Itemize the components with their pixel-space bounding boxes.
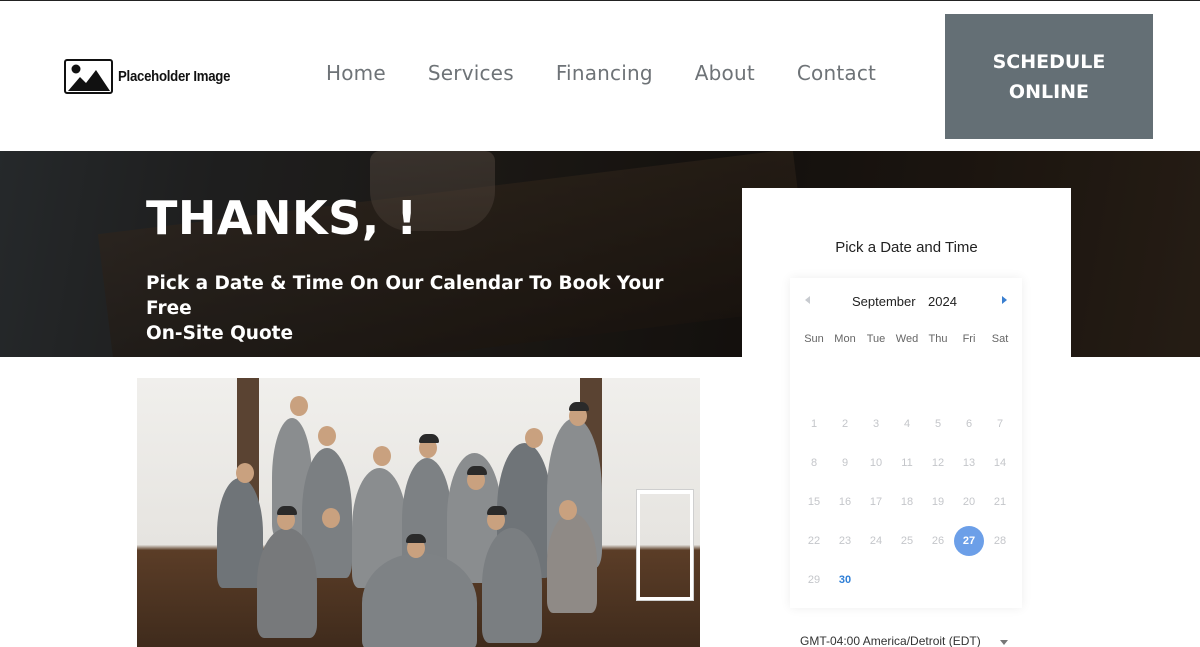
- scheduler-title: Pick a Date and Time: [835, 239, 978, 256]
- previous-month-icon[interactable]: [805, 296, 810, 304]
- calendar-day[interactable]: 27: [954, 526, 984, 556]
- nav-home[interactable]: Home: [326, 61, 386, 85]
- main-nav: Home Services Financing About Contact: [326, 61, 918, 85]
- cta-line-2: ONLINE: [1008, 80, 1090, 103]
- calendar-day: 13: [962, 457, 976, 469]
- weekday-label: Sat: [991, 333, 1009, 345]
- chevron-down-icon[interactable]: [1000, 640, 1008, 645]
- calendar-day: 7: [996, 418, 1004, 430]
- site-header: Placeholder Image Home Services Financin…: [0, 0, 1200, 151]
- calendar-day: 25: [900, 535, 914, 547]
- logo-text: Placeholder Image: [118, 68, 231, 85]
- calendar-day: 15: [807, 496, 821, 508]
- nav-financing[interactable]: Financing: [556, 61, 653, 85]
- calendar-day: 28: [993, 535, 1007, 547]
- shelf: [637, 490, 693, 600]
- image-placeholder-icon: [64, 59, 113, 94]
- nav-contact[interactable]: Contact: [797, 61, 876, 85]
- calendar-day: 16: [838, 496, 852, 508]
- calendar-day: 29: [807, 574, 821, 586]
- timezone-select[interactable]: GMT-04:00 America/Detroit (EDT): [800, 634, 981, 647]
- weekday-label: Fri: [962, 333, 976, 345]
- team-photo: [137, 378, 700, 647]
- calendar-day: 9: [841, 457, 849, 469]
- weekday-label: Wed: [895, 333, 919, 345]
- schedule-online-button[interactable]: SCHEDULE ONLINE: [945, 14, 1153, 139]
- calendar-day: 4: [903, 418, 911, 430]
- calendar-header: September 2024: [790, 294, 1022, 310]
- calendar-day: 26: [931, 535, 945, 547]
- calendar-day: 12: [931, 457, 945, 469]
- calendar-day: 22: [807, 535, 821, 547]
- calendar-day: 1: [810, 418, 818, 430]
- nav-about[interactable]: About: [695, 61, 755, 85]
- calendar-year: 2024: [928, 294, 957, 309]
- calendar-day: 24: [869, 535, 883, 547]
- nav-services[interactable]: Services: [428, 61, 514, 85]
- calendar-day: 20: [962, 496, 976, 508]
- calendar-day[interactable]: 30: [830, 565, 860, 595]
- calendar-day: 11: [901, 457, 913, 469]
- calendar-day: 23: [838, 535, 852, 547]
- calendar: September 2024 Sun Mon Tue Wed Thu Fri Sat 1 2 3 4…: [790, 278, 1022, 608]
- calendar-month: September: [852, 294, 916, 309]
- calendar-day: 17: [869, 496, 883, 508]
- weekday-label: Sun: [804, 333, 824, 345]
- calendar-day: 5: [934, 418, 942, 430]
- calendar-day: 18: [900, 496, 914, 508]
- calendar-day: 2: [841, 418, 849, 430]
- calendar-day: 19: [931, 496, 945, 508]
- weekday-label: Tue: [866, 333, 886, 345]
- calendar-day: 21: [993, 496, 1007, 508]
- weekday-label: Mon: [834, 333, 856, 345]
- calendar-day: 8: [810, 457, 818, 469]
- weekday-label: Thu: [928, 333, 948, 345]
- calendar-day: 14: [993, 457, 1007, 469]
- calendar-day: 6: [965, 418, 973, 430]
- cta-line-1: SCHEDULE: [992, 50, 1106, 73]
- logo[interactable]: Placeholder Image: [64, 59, 245, 94]
- calendar-day: 10: [869, 457, 883, 469]
- scheduler-widget: Pick a Date and Time September 2024 Sun M…: [742, 188, 1071, 647]
- calendar-day: 3: [872, 418, 880, 430]
- hero-subtitle: Pick a Date & Time On Our Calendar To Bo…: [146, 273, 664, 344]
- hero-title: THANKS, !: [146, 191, 418, 245]
- next-month-icon[interactable]: [1002, 296, 1007, 304]
